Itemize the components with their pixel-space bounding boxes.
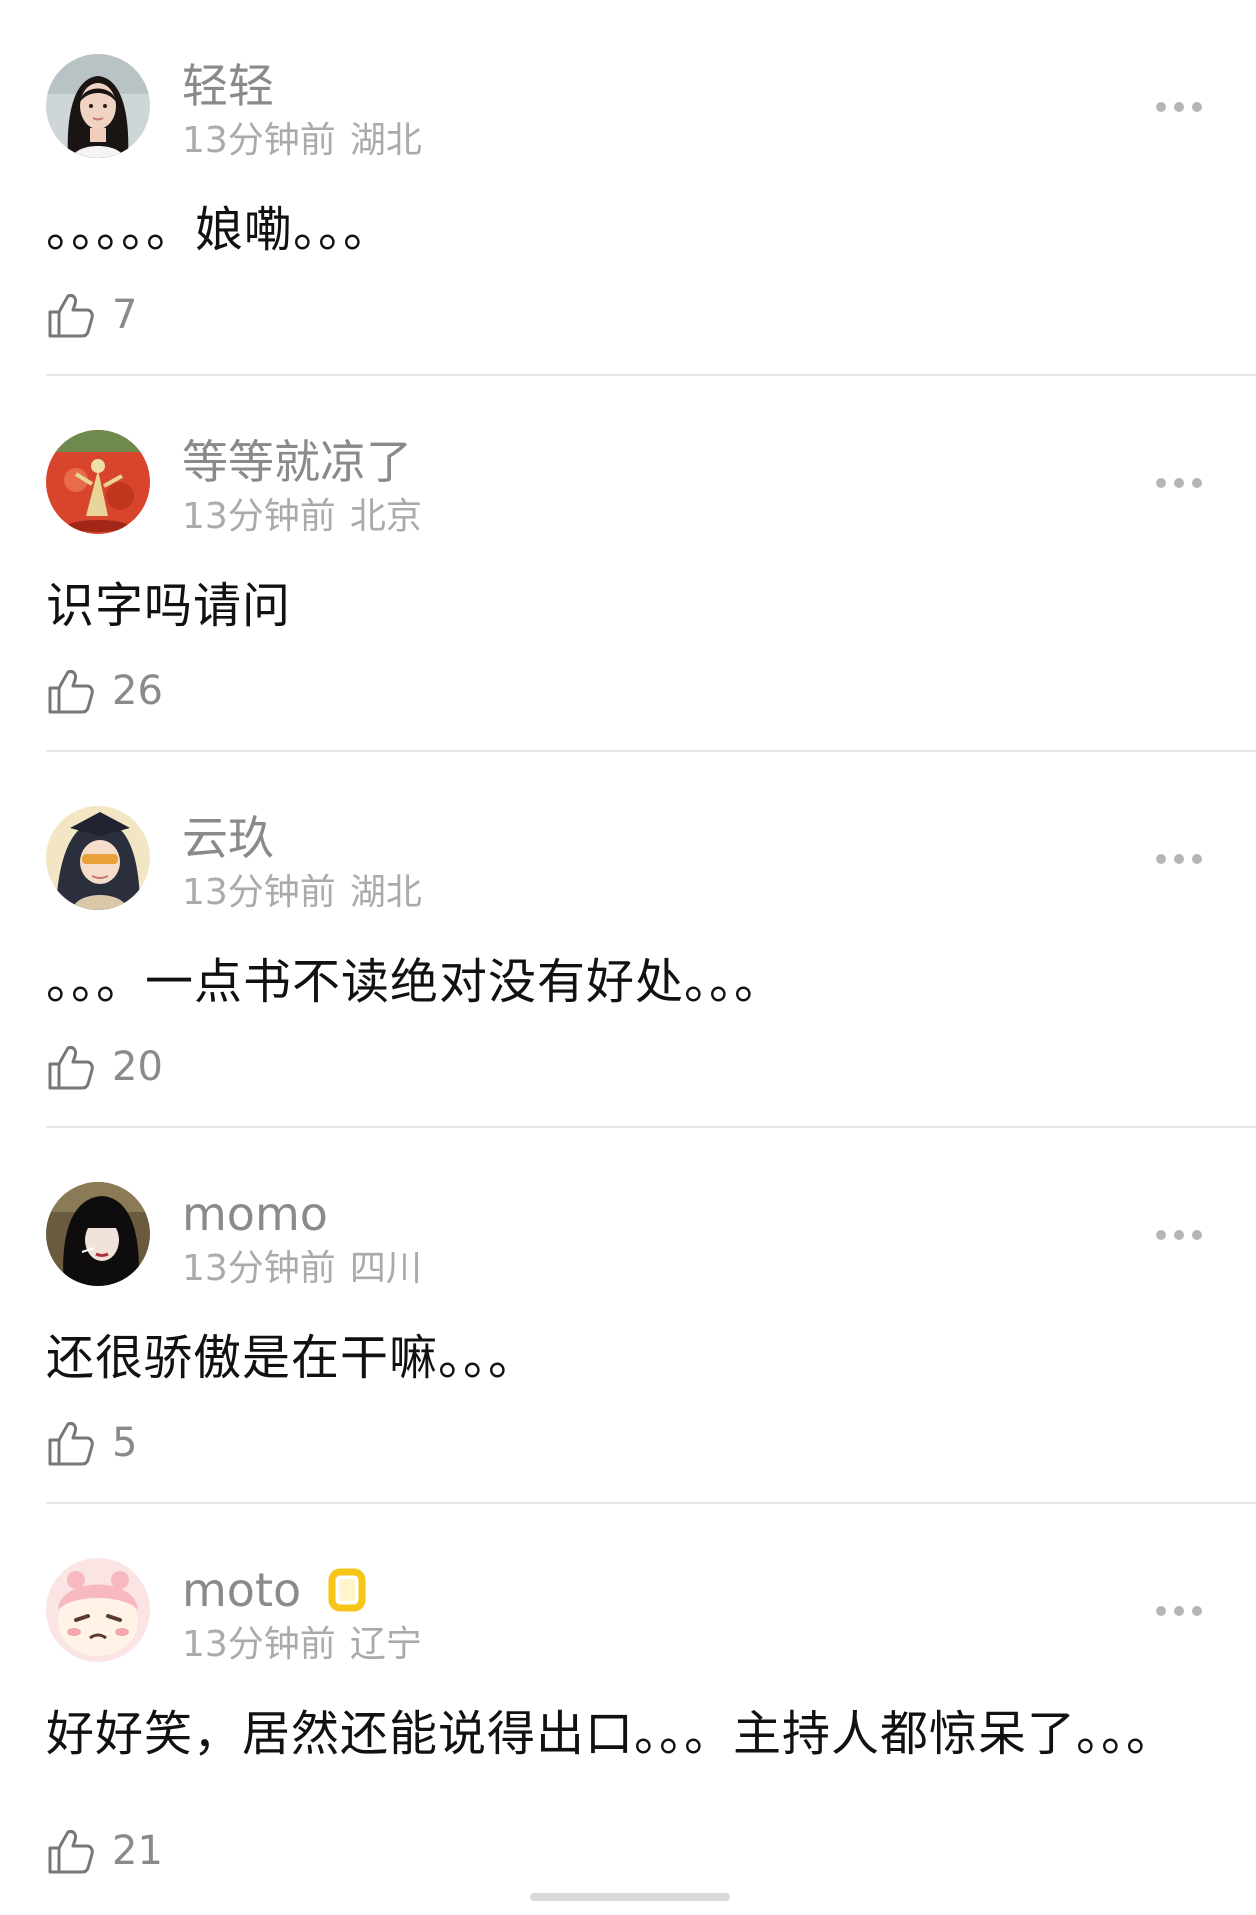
author-name[interactable]: 等等就凉了 (182, 434, 412, 490)
comment-time: 13分钟前 (182, 1624, 336, 1665)
comment-meta: 13分钟前 湖北 (182, 118, 422, 164)
avatar[interactable] (46, 1182, 150, 1286)
author-row: 轻轻 (182, 58, 274, 114)
comment-text: 好好笑，居然还能说得出口。。。主持人都惊呆了。。。 (46, 1706, 1176, 1762)
comment-location: 湖北 (349, 872, 422, 913)
comment-time: 13分钟前 (182, 496, 336, 537)
author-name[interactable]: 云玖 (182, 810, 274, 866)
comment-item: 轻轻 13分钟前 湖北 。。。。。娘嘞。。。 7 (0, 0, 1256, 376)
like-button[interactable]: 21 (46, 1826, 163, 1876)
anime-girl-avatar-icon (46, 806, 150, 910)
avatar[interactable] (46, 54, 150, 158)
like-count: 20 (112, 1044, 163, 1090)
home-indicator[interactable] (530, 1893, 730, 1901)
comment-text: 。。。。。娘嘞。。。 (46, 202, 393, 258)
dark-hair-girl-avatar-icon (46, 1182, 150, 1286)
gold-frame-badge-icon (328, 1568, 366, 1612)
pink-cartoon-avatar-icon (46, 1558, 150, 1662)
comment-meta: 13分钟前 四川 (182, 1246, 422, 1292)
thumbs-up-icon (48, 670, 94, 714)
comment-meta: 13分钟前 湖北 (182, 870, 422, 916)
author-row: moto (182, 1562, 367, 1618)
comment-location: 湖北 (349, 120, 422, 161)
comment-item: 等等就凉了 13分钟前 北京 识字吗请问 26 (0, 376, 1256, 752)
more-dots-icon[interactable] (1154, 94, 1204, 120)
like-count: 5 (112, 1420, 138, 1466)
like-button[interactable]: 26 (46, 666, 163, 716)
author-row: 等等就凉了 (182, 434, 412, 490)
like-count: 21 (112, 1828, 163, 1874)
comment-location: 四川 (349, 1248, 422, 1289)
comment-text: 还很骄傲是在干嘛。。。 (46, 1330, 538, 1386)
comment-item: moto 13分钟前 辽宁 好好笑，居然还能说得出口。。。主持人都惊呆了。。。 … (0, 1504, 1256, 1914)
author-row: momo (182, 1186, 328, 1242)
author-name[interactable]: moto (182, 1562, 301, 1618)
like-count: 26 (112, 668, 163, 714)
more-dots-icon[interactable] (1154, 1598, 1204, 1624)
comment-location: 北京 (349, 496, 422, 537)
comment-time: 13分钟前 (182, 1248, 336, 1289)
comment-feed: 轻轻 13分钟前 湖北 。。。。。娘嘞。。。 7 等等就凉了 13分钟前 北京 … (0, 0, 1256, 1914)
comment-text: 。。。一点书不读绝对没有好处。。。 (46, 954, 784, 1010)
more-dots-icon[interactable] (1154, 470, 1204, 496)
avatar[interactable] (46, 430, 150, 534)
comment-location: 辽宁 (349, 1624, 422, 1665)
avatar[interactable] (46, 806, 150, 910)
author-name[interactable]: 轻轻 (182, 58, 274, 114)
comment-meta: 13分钟前 北京 (182, 494, 422, 540)
comment-meta: 13分钟前 辽宁 (182, 1622, 422, 1668)
more-dots-icon[interactable] (1154, 846, 1204, 872)
comment-text: 识字吗请问 (46, 578, 292, 634)
more-dots-icon[interactable] (1154, 1222, 1204, 1248)
thumbs-up-icon (48, 294, 94, 338)
like-button[interactable]: 7 (46, 290, 137, 340)
author-row: 云玖 (182, 810, 274, 866)
comment-item: 云玖 13分钟前 湖北 。。。一点书不读绝对没有好处。。。 20 (0, 752, 1256, 1128)
like-button[interactable]: 5 (46, 1418, 137, 1468)
thumbs-up-icon (48, 1422, 94, 1466)
comment-time: 13分钟前 (182, 872, 336, 913)
like-button[interactable]: 20 (46, 1042, 163, 1092)
like-count: 7 (112, 292, 138, 338)
red-painting-avatar-icon (46, 430, 150, 534)
girl-portrait-avatar-icon (46, 54, 150, 158)
author-name[interactable]: momo (182, 1186, 328, 1242)
avatar[interactable] (46, 1558, 150, 1662)
thumbs-up-icon (48, 1830, 94, 1874)
thumbs-up-icon (48, 1046, 94, 1090)
comment-item: momo 13分钟前 四川 还很骄傲是在干嘛。。。 5 (0, 1128, 1256, 1504)
comment-time: 13分钟前 (182, 120, 336, 161)
